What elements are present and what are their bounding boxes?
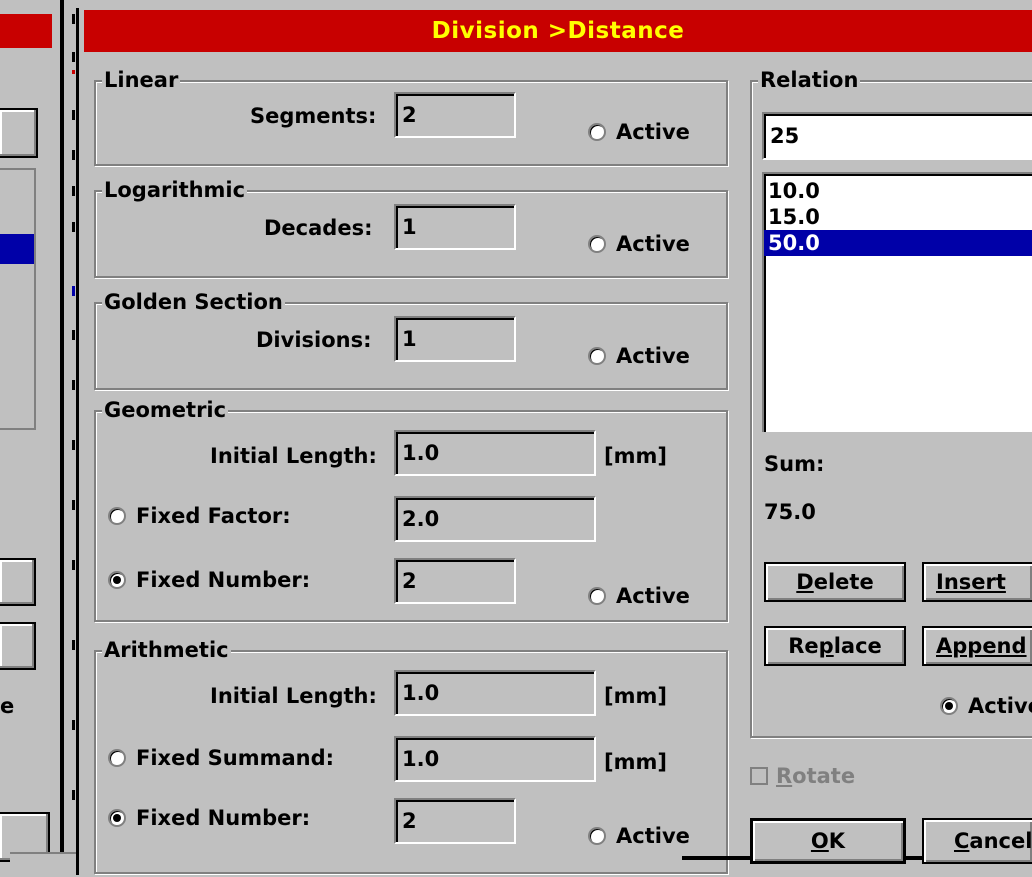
fixed-summand-label: Fixed Summand: [136,746,335,770]
insert-button-label: Insert [936,570,1006,594]
fixed-summand-field[interactable]: 1.0 [394,736,596,782]
background-divider [60,0,64,860]
logarithmic-active-radio[interactable]: Active [588,232,690,256]
relation-list-item[interactable]: 15.0 [764,204,1032,230]
rotate-checkbox[interactable]: Rotate [750,764,855,788]
arithmetic-initial-length-unit: [mm] [604,684,667,708]
background-list [0,168,36,430]
background-field [0,108,38,158]
fixed-factor-label: Fixed Factor: [136,504,291,528]
arithmetic-initial-length-field[interactable]: 1.0 [394,670,596,716]
background-list-selection [0,234,34,264]
background-button[interactable] [0,622,36,670]
radio-indicator [588,827,606,845]
relation-list-item-selected[interactable]: 50.0 [764,230,1032,256]
background-window-titlebar [0,14,52,48]
segments-field[interactable]: 2 [394,92,516,138]
ok-button-label: K [828,829,846,853]
golden-section-active-label: Active [616,344,690,368]
arithmetic-active-label: Active [616,824,690,848]
relation-active-label: Active [968,694,1032,718]
replace-button[interactable]: Re p lace [764,626,906,666]
delete-button[interactable]: Delete [764,562,906,602]
rotate-label: otate [792,764,856,788]
checkbox-box [750,767,768,785]
segments-label: Segments: [250,104,377,128]
linear-active-radio[interactable]: Active [588,120,690,144]
background-partial-label: e [0,694,15,718]
geometric-group-label: Geometric [102,398,229,422]
ok-button[interactable]: OK [750,818,906,864]
divisions-field[interactable]: 1 [394,316,516,362]
radio-indicator [940,697,958,715]
geometric-fixed-number-label: Fixed Number: [136,568,311,592]
cancel-button[interactable]: Cancel [922,818,1032,864]
append-button-label: Append [936,634,1027,658]
replace-button-label-start: Re [788,634,819,658]
dialog-titlebar[interactable]: Division >Distance [84,10,1032,52]
fixed-factor-field[interactable]: 2.0 [394,496,596,542]
radio-indicator [588,235,606,253]
fixed-summand-radio[interactable]: Fixed Summand: [108,746,334,770]
relation-input[interactable]: 25 [762,112,1032,160]
linear-group-label: Linear [102,68,181,92]
radio-indicator [108,809,126,827]
geometric-active-radio[interactable]: Active [588,584,690,608]
radio-indicator [588,123,606,141]
radio-indicator [108,571,126,589]
replace-button-label-end: lace [833,634,882,658]
logarithmic-active-label: Active [616,232,690,256]
rotate-mnemonic: R [776,764,793,788]
decades-field[interactable]: 1 [394,204,516,250]
linear-active-label: Active [616,120,690,144]
fixed-factor-radio[interactable]: Fixed Factor: [108,504,291,528]
arithmetic-active-radio[interactable]: Active [588,824,690,848]
relation-list[interactable]: 10.0 15.0 50.0 [762,172,1032,432]
arithmetic-fixed-number-field[interactable]: 2 [394,798,516,844]
fixed-summand-unit: [mm] [604,750,667,774]
geometric-initial-length-label: Initial Length: [210,444,377,468]
dialog-title: Division >Distance [431,18,685,44]
geometric-fixed-number-field[interactable]: 2 [394,558,516,604]
relation-group-label: Relation [758,68,861,92]
golden-section-active-radio[interactable]: Active [588,344,690,368]
relation-active-radio[interactable]: Active [940,694,1032,718]
geometric-active-label: Active [616,584,690,608]
arithmetic-fixed-number-radio[interactable]: Fixed Number: [108,806,310,830]
background-button[interactable] [0,558,36,606]
radio-indicator [588,347,606,365]
decades-label: Decades: [264,216,373,240]
arithmetic-group-label: Arithmetic [102,638,231,662]
replace-button-mnemonic: p [818,634,834,658]
radio-indicator [108,749,126,767]
delete-button-label: elete [813,570,874,594]
arithmetic-fixed-number-label: Fixed Number: [136,806,311,830]
delete-button-mnemonic: D [796,570,814,594]
cancel-button-mnemonic: C [954,829,970,853]
insert-button[interactable]: Insert [922,562,1032,602]
geometric-initial-length-unit: [mm] [604,444,667,468]
arithmetic-initial-length-label: Initial Length: [210,684,377,708]
radio-indicator [108,507,126,525]
relation-list-item[interactable]: 10.0 [764,178,1032,204]
geometric-initial-length-field[interactable]: 1.0 [394,430,596,476]
ok-button-mnemonic: O [810,829,829,853]
sum-label: Sum: [764,452,825,476]
geometric-fixed-number-radio[interactable]: Fixed Number: [108,568,310,592]
golden-section-group-label: Golden Section [102,290,285,314]
cancel-button-label: ancel [969,829,1032,853]
append-button[interactable]: Append [922,626,1032,666]
sum-value: 75.0 [764,500,816,524]
divisions-label: Divisions: [256,328,372,352]
radio-indicator [588,587,606,605]
logarithmic-group-label: Logarithmic [102,178,248,202]
